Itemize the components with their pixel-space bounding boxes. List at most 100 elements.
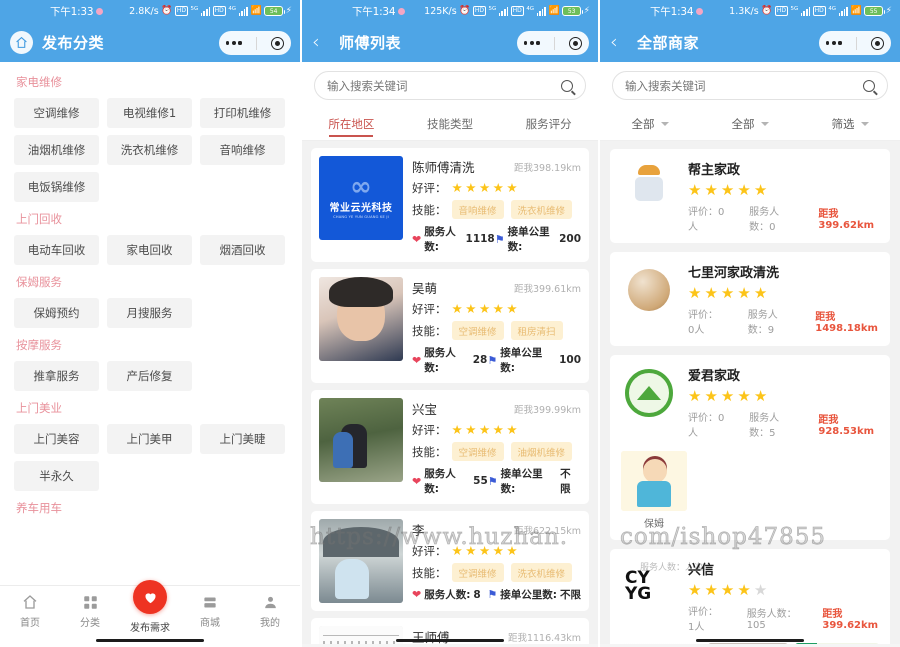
tab-publish-demand[interactable]: 发布需求	[120, 580, 180, 634]
category-chip[interactable]: 产后修复	[107, 361, 192, 391]
filter-label: 全部	[731, 117, 755, 131]
category-chip[interactable]: 家电回收	[107, 235, 192, 265]
screen-publish-category: 下午1:33 2.8K/s ⏰ HD 5G HD 4G 📶 54 ⚡ 发布分类 …	[0, 0, 300, 647]
skill-tags: 空调维修 油烟机维修	[451, 442, 573, 461]
merchant-card[interactable]: 爱君家政 ★ ★ ★ ★ ★ 评价：0人 服务人数：5 距我928.53km 保姆	[610, 355, 890, 540]
category-chip[interactable]: 上门美睫	[200, 424, 285, 454]
merchant-card[interactable]: CY YG 兴信 ★ ★ ★ ★ ★ 评价：1人 服务人数：105 距我399.62km	[610, 549, 890, 644]
sim1-icon: HD	[774, 6, 789, 16]
served-count: ❤ 服务人数: 55	[412, 466, 488, 496]
master-distance: 距我399.99km	[514, 404, 581, 416]
merchant-info: 爱君家政 ★ ★ ★ ★ ★ 评价：0人 服务人数：5 距我928.53km	[688, 365, 879, 439]
filter-category[interactable]: 全部	[600, 108, 700, 140]
category-chip[interactable]: 电饭锅维修	[14, 172, 99, 202]
category-chip[interactable]: 音响维修	[200, 135, 285, 165]
more-dots-icon[interactable]	[226, 40, 242, 46]
category-list: 家电维修 空调维修 电视维修1 打印机维修 油烟机维修 洗衣机维修 音响维修 电…	[0, 62, 300, 647]
promo-banner-ac[interactable]: 空调蒸汽清洗	[795, 643, 879, 644]
filter-area[interactable]: 全部	[700, 108, 800, 140]
category-chip[interactable]: 电视维修1	[107, 98, 192, 128]
flag-icon: ⚑	[487, 588, 498, 601]
filter-sort[interactable]: 筛选	[800, 108, 900, 140]
promo-banner-sofa[interactable]	[708, 643, 788, 644]
target-icon[interactable]	[870, 36, 884, 50]
merchant-service-item[interactable]: 保姆	[621, 451, 687, 530]
tab-region[interactable]: 所在地区	[302, 108, 401, 140]
sim2-icon: HD	[812, 6, 826, 16]
tab-mine[interactable]: 我的	[240, 593, 300, 629]
master-card[interactable]: 吴萌 距我399.61km 好评： ★ ★ ★ ★ ★ 技能： 空调维修 租房清扫	[311, 269, 589, 383]
category-chip[interactable]: 打印机维修	[200, 98, 285, 128]
category-chip[interactable]: 半永久	[14, 461, 99, 491]
promo-banner-washer[interactable]	[621, 643, 701, 644]
served-count: 服务人数：9	[748, 306, 791, 336]
home-icon[interactable]	[10, 30, 33, 54]
star-icon: ★	[478, 300, 491, 316]
master-card[interactable]: 李 距我622.15km 好评： ★ ★ ★ ★ ★ 技能： 空调维修 洗衣机维修	[311, 511, 589, 611]
served-label: 服务人数:	[424, 226, 456, 253]
tab-skill-type[interactable]: 技能类型	[401, 108, 500, 140]
search-icon[interactable]	[561, 79, 573, 92]
merchant-card[interactable]: 七里河家政清洗 ★ ★ ★ ★ ★ 评价：0人 服务人数：9 距我1498.18km	[610, 252, 890, 346]
mini-program-capsule-1[interactable]	[219, 31, 291, 55]
reviews-label: 评价：	[688, 310, 718, 321]
rating-stars: ★ ★ ★ ★ ★	[688, 583, 879, 598]
category-chip[interactable]: 空调维修	[14, 98, 99, 128]
status-bar-2: 下午1:34 125K/s ⏰ HD 5G HD 4G 📶 53 ⚡	[302, 0, 598, 22]
more-dots-icon[interactable]	[524, 40, 540, 46]
master-card[interactable]: 兴宝 距我399.99km 好评： ★ ★ ★ ★ ★ 技能： 空调维修 油烟机维修	[311, 390, 589, 504]
served-count: 服务人数：0	[749, 203, 794, 233]
merchant-name: 爱君家政	[688, 369, 741, 384]
more-dots-icon[interactable]	[826, 40, 842, 46]
back-chevron-icon[interactable]: ‹	[610, 32, 628, 52]
chevron-down-icon	[760, 122, 769, 126]
search-icon[interactable]	[863, 79, 875, 92]
search-box[interactable]	[314, 71, 586, 100]
rating-stars: ★ ★ ★ ★ ★	[452, 544, 518, 558]
master-distance: 距我1116.43km	[507, 632, 581, 644]
range-label: 接单公里数:	[500, 347, 543, 374]
heart-icon[interactable]	[133, 580, 167, 614]
category-chip[interactable]: 油烟机维修	[14, 135, 99, 165]
battery-icon: 53	[562, 6, 584, 16]
category-chip[interactable]: 保姆预约	[14, 298, 99, 328]
star-icon: ★	[688, 387, 702, 405]
star-icon: ★	[753, 387, 768, 405]
category-chip[interactable]: 上门美容	[14, 424, 99, 454]
tab-label: 首页	[20, 618, 40, 629]
mini-program-capsule-2[interactable]	[517, 31, 589, 55]
star-icon: ★	[704, 181, 718, 199]
skill-tags: 空调维修 洗衣机维修	[451, 563, 573, 582]
status-left-1: 下午1:33	[50, 4, 104, 19]
star-icon: ★	[704, 581, 718, 599]
category-chip[interactable]: 烟酒回收	[200, 235, 285, 265]
tab-service-rating[interactable]: 服务评分	[499, 108, 598, 140]
target-icon[interactable]	[270, 36, 284, 50]
mini-program-capsule-3[interactable]	[819, 31, 891, 55]
back-chevron-icon[interactable]: ‹	[312, 32, 330, 52]
tab-categories[interactable]: 分类	[60, 593, 120, 629]
category-chip[interactable]: 电动车回收	[14, 235, 99, 265]
status-left-2: 下午1:34	[352, 4, 406, 19]
category-chip[interactable]: 月搜服务	[107, 298, 192, 328]
logo-cn: 常业云光科技	[329, 202, 393, 214]
flag-icon: ⚑	[494, 232, 505, 246]
reviews-value: 0人	[688, 325, 705, 336]
search-box[interactable]	[612, 71, 888, 100]
star-icon: ★	[451, 421, 463, 437]
flag-icon: ⚑	[487, 353, 498, 367]
category-chip[interactable]: 上门美甲	[107, 424, 192, 454]
target-icon[interactable]	[568, 36, 582, 50]
merchant-name: 七里河家政清洗	[688, 266, 780, 281]
tab-home[interactable]: 首页	[0, 593, 60, 629]
category-chip[interactable]: 推拿服务	[14, 361, 99, 391]
master-card[interactable]: ∞ 常业云光科技 CHANG YE YUN GUANG KE JI 陈师傅清洗 …	[311, 148, 589, 262]
tab-mall[interactable]: 商城	[180, 593, 240, 629]
search-input[interactable]	[327, 78, 561, 93]
merchant-card[interactable]: 帮主家政 ★ ★ ★ ★ ★ 评价：0人 服务人数：0 距我399.62km	[610, 149, 890, 243]
served-count: ❤ 服务人数: 28	[412, 345, 487, 375]
search-input[interactable]	[625, 78, 863, 93]
skill-tag: 空调维修	[451, 563, 504, 582]
category-chip[interactable]: 洗衣机维修	[107, 135, 192, 165]
charging-icon: ⚡	[285, 5, 292, 16]
